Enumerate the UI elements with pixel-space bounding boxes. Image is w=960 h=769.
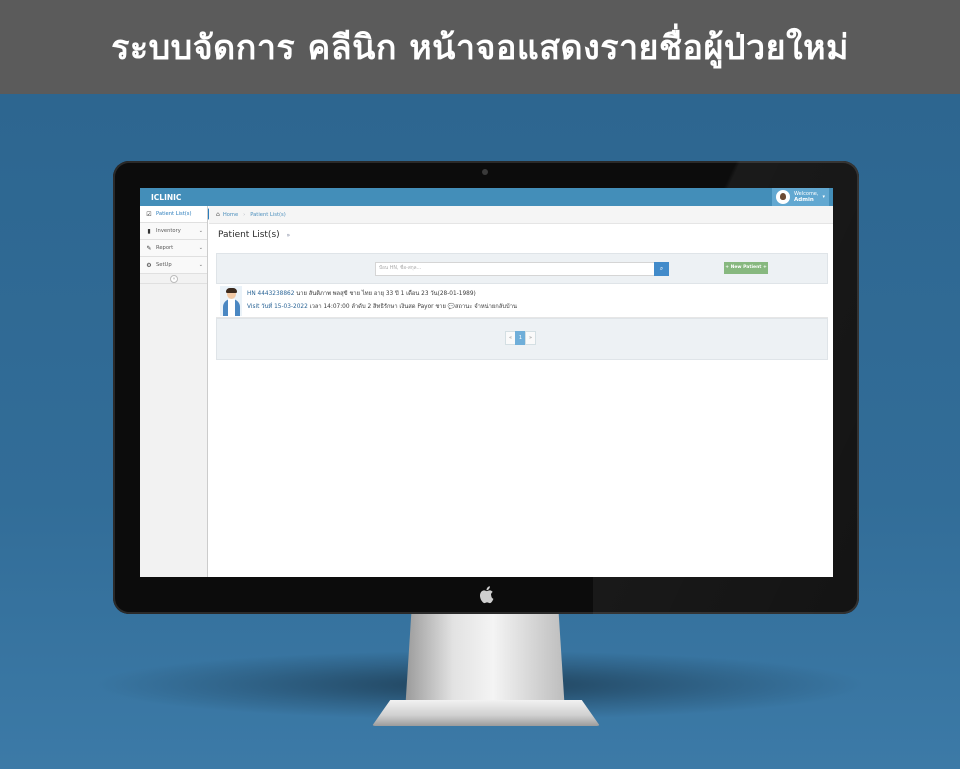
- breadcrumb-current: Patient List(s): [250, 211, 286, 218]
- user-welcome: Welcome, Admin: [794, 191, 818, 203]
- collapse-icon[interactable]: «: [170, 275, 178, 283]
- doctor-avatar-icon: [220, 286, 242, 316]
- patient-details: นาย สันติภาพ พลสุขี ชาย ไทย อายุ 33 ปี 1…: [294, 291, 476, 297]
- sidebar-item-inventory[interactable]: ▮ Inventory ⌄: [140, 223, 207, 240]
- search-icon: ⌕: [659, 265, 664, 272]
- user-menu[interactable]: Welcome, Admin ▾: [772, 188, 829, 206]
- pagination-next[interactable]: »: [525, 331, 536, 345]
- search-input[interactable]: ป้อน HN, ชื่อ-สกุล...: [375, 262, 655, 276]
- breadcrumb-separator-icon: ›: [243, 211, 246, 218]
- home-icon: ⌂: [216, 211, 220, 218]
- visit-link[interactable]: Visit วันที่ 15-03-2022: [247, 304, 308, 310]
- chevron-down-icon: ⌄: [198, 228, 203, 234]
- breadcrumb-home[interactable]: Home: [223, 212, 238, 218]
- sidebar: ☑ Patient List(s) ▮ Inventory ⌄ ✎ Report…: [140, 206, 213, 577]
- apple-logo-icon: [477, 585, 495, 605]
- breadcrumb: ⌂ Home › Patient List(s): [209, 206, 833, 224]
- chevron-down-icon: ⌄: [198, 245, 203, 251]
- page-subtitle-icon: »: [286, 232, 291, 239]
- brand-logo[interactable]: ICLINIC: [151, 193, 181, 202]
- promo-banner: ระบบจัดการ คลีนิก หน้าจอแสดงรายชื่อผู้ป่…: [0, 0, 960, 94]
- monitor-stand-base: [372, 700, 600, 726]
- search-button[interactable]: ⌕: [654, 262, 669, 276]
- sidebar-item-label: Report: [156, 245, 174, 251]
- check-square-icon: ☑: [146, 210, 152, 218]
- sidebar-item-patient-list[interactable]: ☑ Patient List(s): [140, 206, 213, 223]
- sidebar-item-report[interactable]: ✎ Report ⌄: [140, 240, 207, 257]
- sidebar-collapse: «: [140, 274, 207, 284]
- visit-details: เวลา 14:07:00 ลำดับ 2 สิทธิรักษา เงินสด …: [307, 304, 517, 310]
- camera-dot: [482, 169, 488, 175]
- page-title: Patient List(s) »: [218, 230, 290, 240]
- sidebar-item-label: Patient List(s): [156, 211, 192, 217]
- user-name: Admin: [794, 197, 814, 203]
- visit-info: Visit วันที่ 15-03-2022 เวลา 14:07:00 ลำ…: [247, 301, 517, 311]
- patient-hn-link[interactable]: HN 4443238862: [247, 291, 294, 297]
- app-screen: ICLINIC Welcome, Admin ▾ ☑ Patient List(…: [140, 188, 833, 577]
- patient-list-item: HN 4443238862 นาย สันติภาพ พลสุขี ชาย ไท…: [216, 284, 828, 318]
- sidebar-item-label: SetUp: [156, 262, 172, 268]
- new-patient-button[interactable]: + New Patient +: [724, 262, 768, 274]
- pagination: « 1 »: [505, 331, 536, 345]
- gear-icon: ⚙: [146, 261, 152, 269]
- user-avatar: [776, 190, 791, 204]
- navbar: ICLINIC Welcome, Admin ▾: [140, 188, 833, 206]
- page-title-text: Patient List(s): [218, 230, 280, 240]
- chevron-down-icon: ⌄: [198, 262, 203, 268]
- banner-title: ระบบจัดการ คลีนิก หน้าจอแสดงรายชื่อผู้ป่…: [111, 28, 849, 68]
- patient-info: HN 4443238862 นาย สันติภาพ พลสุขี ชาย ไท…: [247, 288, 476, 298]
- pagination-panel: « 1 »: [216, 318, 828, 360]
- caret-down-icon: ▾: [822, 194, 825, 200]
- edit-icon: ✎: [146, 244, 152, 252]
- sidebar-item-setup[interactable]: ⚙ SetUp ⌄: [140, 257, 207, 274]
- sidebar-item-label: Inventory: [156, 228, 181, 234]
- monitor-stand-neck: [405, 612, 565, 712]
- file-icon: ▮: [147, 227, 151, 235]
- search-panel: ป้อน HN, ชื่อ-สกุล... ⌕ + New Patient +: [216, 253, 828, 284]
